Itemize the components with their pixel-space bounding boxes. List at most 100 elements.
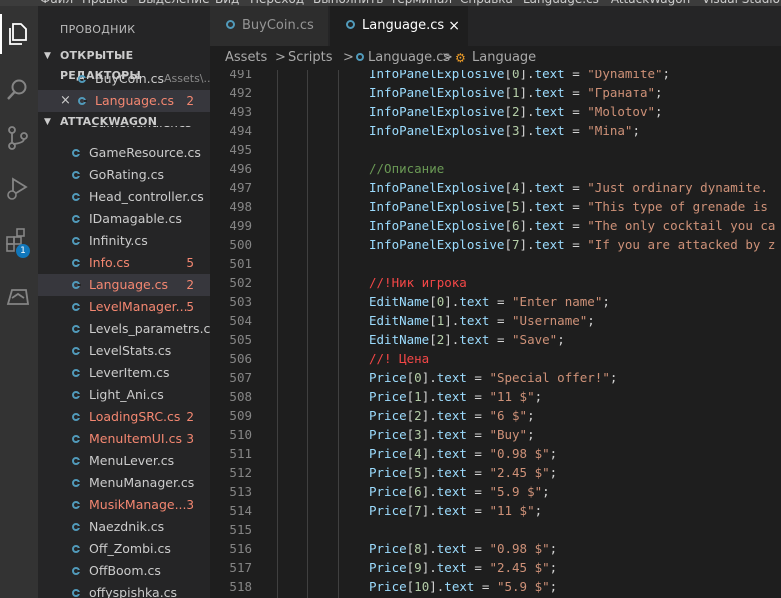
file-row[interactable]: IDamagable.cs	[38, 208, 210, 230]
file-name: GameResource.cs	[89, 145, 201, 160]
run-debug-button[interactable]	[0, 168, 38, 208]
code-line[interactable]: 505 EditName[2].text = "Save";	[210, 330, 781, 349]
file-name: LevelStats.cs	[89, 343, 172, 358]
file-row[interactable]: LoadingSRC.cs 2	[38, 406, 210, 428]
explorer-button[interactable]	[0, 14, 38, 54]
file-row-partial[interactable]: GameHandler.cs	[38, 126, 210, 134]
line-number: 498	[229, 199, 252, 214]
file-row[interactable]: LevelManager... 5	[38, 296, 210, 318]
file-row[interactable]: MenuManager.cs	[38, 472, 210, 494]
open-editor-language[interactable]: × Language.cs 2	[38, 90, 210, 112]
code-line[interactable]: 507 Price[0].text = "Special offer!";	[210, 368, 781, 387]
code-line[interactable]: 494 InfoPanelExplosive[3].text = "Mina";	[210, 121, 781, 140]
csharp-file-icon	[72, 567, 81, 575]
remote-explorer-button[interactable]	[0, 276, 38, 316]
file-name: GoRating.cs	[89, 167, 164, 182]
open-editors-header[interactable]: ▼ ОТКРЫТЫЕ РЕДАКТОРЫ	[38, 46, 210, 82]
line-number: 512	[229, 465, 252, 480]
file-row[interactable]: Off_Zombi.cs	[38, 538, 210, 560]
line-number: 518	[229, 579, 252, 594]
file-row[interactable]: Info.cs 5	[38, 252, 210, 274]
code-line[interactable]: 502 //!Ник игрока	[210, 273, 781, 292]
code-line[interactable]: 515	[210, 520, 781, 539]
csharp-file-icon	[72, 413, 81, 421]
line-number: 515	[229, 522, 252, 537]
breadcrumb-assets[interactable]: Assets	[225, 46, 267, 70]
breadcrumb-separator: >	[275, 50, 286, 65]
code-line[interactable]: 516 Price[8].text = "0.98 $";	[210, 539, 781, 558]
code-text: InfoPanelExplosive[1].text = "Граната";	[369, 85, 663, 100]
code-line[interactable]: 493 InfoPanelExplosive[2].text = "Molotov…	[210, 102, 781, 121]
code-editor[interactable]: 491 InfoPanelExplosive[0].text = "Dynamit…	[210, 70, 781, 598]
file-row[interactable]: Naezdnik.cs	[38, 516, 210, 538]
code-line[interactable]: 518 Price[10].text = "5.9 $";	[210, 577, 781, 596]
code-line[interactable]: 504 EditName[1].text = "Username";	[210, 311, 781, 330]
code-line[interactable]: 514 Price[7].text = "11 $";	[210, 501, 781, 520]
file-row[interactable]: offyspishka.cs	[38, 582, 210, 598]
code-line[interactable]: 501	[210, 254, 781, 273]
code-text: //!Ник игрока	[369, 275, 467, 290]
code-line[interactable]: 513 Price[6].text = "5.9 $";	[210, 482, 781, 501]
file-row[interactable]: LeverItem.cs	[38, 362, 210, 384]
file-path: Assets\...	[164, 72, 210, 85]
code-text: Price[6].text = "5.9 $";	[369, 484, 550, 499]
file-row[interactable]: LevelStats.cs	[38, 340, 210, 362]
file-row[interactable]: MusikManage... 3	[38, 494, 210, 516]
breadcrumb: Assets > Scripts > Language.cs > ⚙ Langu…	[210, 46, 781, 70]
code-line[interactable]: 508 Price[1].text = "11 $";	[210, 387, 781, 406]
file-row[interactable]: MenuItemUI.cs 3	[38, 428, 210, 450]
breadcrumb-class[interactable]: Language	[472, 46, 536, 70]
code-line[interactable]: 492 InfoPanelExplosive[1].text = "Граната…	[210, 83, 781, 102]
code-line[interactable]: 503 EditName[0].text = "Enter name";	[210, 292, 781, 311]
file-name: MusikManage...	[89, 497, 187, 512]
line-number: 497	[229, 180, 252, 195]
file-row[interactable]: Head_controller.cs	[38, 186, 210, 208]
tab-label: Language.cs	[362, 18, 445, 33]
line-number: 508	[229, 389, 252, 404]
code-text: InfoPanelExplosive[7].text = "If you are…	[369, 237, 776, 252]
line-number: 516	[229, 541, 252, 556]
code-line[interactable]: 509 Price[2].text = "6 $";	[210, 406, 781, 425]
file-row[interactable]: GameResource.cs	[38, 142, 210, 164]
code-line[interactable]: 499 InfoPanelExplosive[6].text = "The onl…	[210, 216, 781, 235]
code-line[interactable]: 497 InfoPanelExplosive[4].text = "Just or…	[210, 178, 781, 197]
csharp-file-icon	[72, 347, 81, 355]
code-line[interactable]: 495	[210, 140, 781, 159]
tab-language[interactable]: Language.cs ×	[330, 6, 468, 46]
file-row[interactable]: Infinity.cs	[38, 230, 210, 252]
file-row[interactable]: OffBoom.cs	[38, 560, 210, 582]
chevron-down-icon: ▼	[44, 51, 51, 61]
code-line[interactable]: 517 Price[9].text = "2.45 $";	[210, 558, 781, 577]
file-row[interactable]: GoRating.cs	[38, 164, 210, 186]
close-icon[interactable]: ×	[448, 6, 460, 46]
code-line[interactable]: 506 //! Цена	[210, 349, 781, 368]
file-row[interactable]: MenuLever.cs	[38, 450, 210, 472]
csharp-file-icon	[78, 97, 87, 105]
file-row[interactable]: Light_Ani.cs	[38, 384, 210, 406]
code-text: EditName[0].text = "Enter name";	[369, 294, 610, 309]
file-row[interactable]: Levels_parametrs.cs	[38, 318, 210, 340]
activity-bar: 1	[0, 6, 38, 598]
extensions-badge: 1	[16, 244, 30, 258]
source-control-icon	[8, 126, 28, 150]
csharp-file-icon	[72, 193, 81, 201]
code-line[interactable]: 496 //Описание	[210, 159, 781, 178]
search-button[interactable]	[0, 70, 38, 110]
breadcrumb-scripts[interactable]: Scripts	[288, 46, 332, 70]
tab-buycoin[interactable]: BuyCoin.cs	[210, 6, 328, 46]
source-control-button[interactable]	[0, 118, 38, 158]
open-editor-buycoin[interactable]: BuyCoin.cs Assets\...	[38, 68, 210, 90]
file-row[interactable]: Language.cs 2	[38, 274, 210, 296]
line-number: 491	[229, 70, 252, 81]
csharp-file-icon	[72, 589, 81, 597]
code-line[interactable]: 512 Price[5].text = "2.45 $";	[210, 463, 781, 482]
close-icon[interactable]: ×	[60, 90, 71, 112]
code-line[interactable]: 498 InfoPanelExplosive[5].text = "This ty…	[210, 197, 781, 216]
code-line[interactable]: 500 InfoPanelExplosive[7].text = "If you …	[210, 235, 781, 254]
code-line[interactable]: 491 InfoPanelExplosive[0].text = "Dynamit…	[210, 70, 781, 83]
breadcrumb-file[interactable]: Language.cs	[368, 46, 450, 70]
code-text: InfoPanelExplosive[2].text = "Molotov";	[369, 104, 663, 119]
file-name: MenuManager.cs	[89, 475, 195, 490]
code-line[interactable]: 511 Price[4].text = "0.98 $";	[210, 444, 781, 463]
code-line[interactable]: 510 Price[3].text = "Buy";	[210, 425, 781, 444]
